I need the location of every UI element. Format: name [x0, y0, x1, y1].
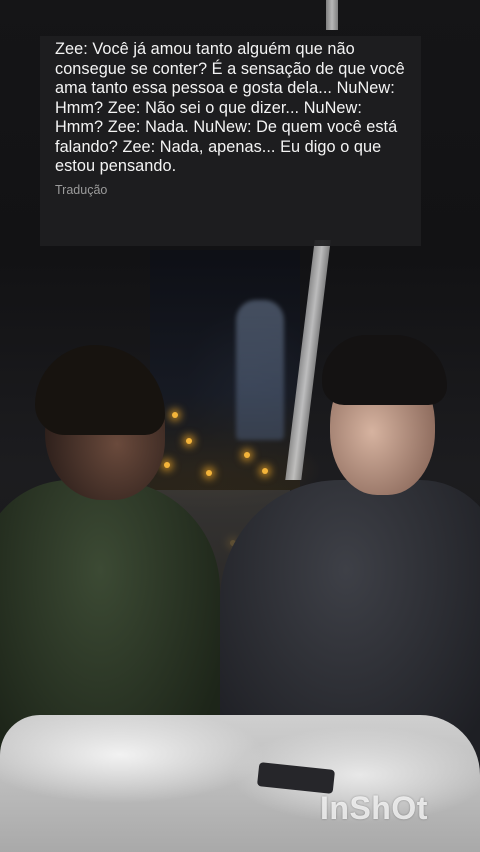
illuminated-tower — [236, 300, 284, 440]
tent-pole — [326, 0, 338, 30]
video-frame: Zee: Você já amou tanto alguém que não c… — [0, 0, 480, 852]
caption-text: Zee: Você já amou tanto alguém que não c… — [55, 40, 405, 175]
white-blanket — [0, 715, 480, 852]
translated-caption-box: Zee: Você já amou tanto alguém que não c… — [40, 36, 421, 246]
city-light — [164, 462, 170, 468]
city-light — [186, 438, 192, 444]
translation-label: Tradução — [55, 182, 108, 197]
city-light — [206, 470, 212, 476]
city-light — [244, 452, 250, 458]
city-light — [172, 412, 178, 418]
inshot-watermark: InShOt — [320, 790, 428, 826]
city-light — [262, 468, 268, 474]
